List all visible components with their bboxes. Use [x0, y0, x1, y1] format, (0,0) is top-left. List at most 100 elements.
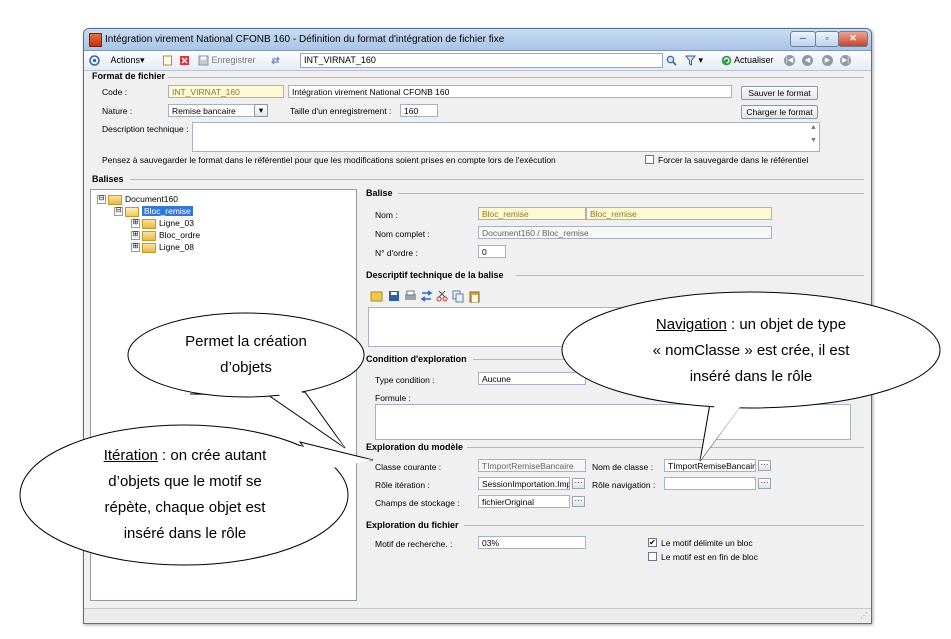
actions-menu[interactable]: Actions▾ — [89, 54, 145, 67]
descriptif-divider — [516, 275, 864, 276]
print-icon[interactable] — [405, 290, 416, 300]
delete-button[interactable] — [179, 54, 190, 67]
formule-label: Formule : — [375, 393, 411, 403]
document-icon — [163, 55, 172, 66]
collapse-icon[interactable]: ⊟ — [97, 195, 106, 205]
motif-delimite-checkbox[interactable]: ✔ — [648, 538, 657, 547]
scroll-up-icon[interactable]: ▲ — [810, 124, 817, 131]
nature-select[interactable]: Remise bancaire — [168, 104, 268, 117]
last-record-icon[interactable]: ▶| — [840, 55, 851, 66]
balises-divider — [130, 179, 864, 180]
tree-node-bloc-remise[interactable]: ⊟ Bloc_remise — [114, 206, 193, 217]
tree-node-document160[interactable]: ⊟ Document160 — [97, 194, 178, 205]
size-field[interactable]: 160 — [400, 104, 438, 117]
cut-icon[interactable] — [436, 290, 448, 302]
filter-button[interactable]: ▾ — [685, 54, 703, 67]
scroll-down-icon[interactable]: ▼ — [810, 137, 817, 144]
first-record-icon[interactable]: |◀ — [784, 55, 795, 66]
motif-field[interactable]: 03% — [478, 536, 586, 549]
format-divider — [164, 77, 864, 78]
ordre-field[interactable]: 0 — [478, 245, 506, 258]
minimize-button[interactable]: ─ — [790, 31, 816, 47]
force-save-label: Forcer la sauvegarde dans le référentiel — [658, 155, 809, 165]
format-name-field[interactable]: Intégration virement National CFONB 160 — [288, 85, 732, 98]
code-field[interactable]: INT_VIRNAT_160 — [168, 85, 284, 98]
description-label: Description technique : — [102, 124, 189, 134]
fichier-divider — [464, 525, 864, 526]
champs-stockage-browse-button[interactable]: ··· — [572, 496, 585, 507]
descriptif-editor[interactable] — [368, 307, 864, 347]
sync-button[interactable] — [270, 54, 281, 67]
condition-section-title: Condition d'exploration — [366, 354, 470, 364]
nom-label: Nom : — [375, 210, 398, 220]
classe-courante-field[interactable]: TImportRemiseBancaire — [478, 459, 586, 472]
formule-field[interactable] — [375, 404, 851, 440]
next-record-icon[interactable]: ▶ — [822, 55, 833, 66]
format-section-title: Format de fichier — [92, 71, 169, 81]
description-field[interactable] — [192, 122, 820, 152]
close-button[interactable]: ✕ — [838, 31, 868, 47]
magnifier-icon — [666, 55, 677, 66]
load-format-button[interactable]: Charger le format — [741, 105, 818, 119]
nom-field-secondary[interactable]: Bloc_remise — [586, 207, 772, 220]
delete-icon — [180, 56, 189, 66]
maximize-button[interactable]: ▫ — [815, 31, 839, 47]
nom-classe-field[interactable]: TImportRemiseBancair — [664, 459, 756, 472]
save-button[interactable]: Enregistrer — [198, 54, 256, 67]
expand-icon[interactable]: ⊞ — [131, 243, 140, 253]
balises-section-title: Balises — [92, 174, 127, 184]
nature-dropdown-icon[interactable]: ▾ — [254, 104, 268, 117]
refresh-icon — [721, 55, 732, 66]
save-format-button[interactable]: Sauver le format — [741, 86, 818, 100]
motif-fin-checkbox[interactable] — [648, 552, 657, 561]
force-save-checkbox[interactable] — [645, 155, 654, 164]
expand-icon[interactable]: ⊞ — [131, 231, 140, 241]
paste-icon[interactable] — [469, 291, 480, 303]
refresh-button[interactable]: Actualiser — [721, 54, 774, 67]
ordre-label: N° d'ordre : — [375, 248, 418, 258]
role-iteration-label: Rôle itération : — [375, 480, 430, 490]
tree-node-label: Bloc_ordre — [159, 230, 201, 240]
expand-icon[interactable]: ⊞ — [131, 219, 140, 229]
folder-icon — [142, 230, 156, 241]
tree-node-bloc-ordre[interactable]: ⊞ Bloc_ordre — [131, 230, 200, 241]
tree-node-label: Ligne_03 — [159, 218, 194, 228]
open-folder-icon[interactable] — [370, 291, 383, 302]
role-iteration-browse-button[interactable]: ··· — [572, 478, 585, 489]
open-folder-icon — [125, 206, 139, 217]
size-label: Taille d'un enregistrement : — [290, 106, 392, 116]
search-button[interactable] — [666, 54, 677, 67]
balises-tree[interactable]: ⊟ Document160 ⊟ Bloc_remise ⊞ Ligne_03 ⊞ Blo… — [90, 189, 357, 601]
nom-field[interactable]: Bloc_remise — [478, 207, 586, 220]
application-window: Intégration virement National CFONB 160 … — [83, 28, 872, 624]
role-navigation-browse-button[interactable]: ··· — [758, 478, 771, 489]
motif-label: Motif de recherche. : — [375, 539, 453, 549]
nom-complet-field[interactable]: Document160 / Bloc_remise — [478, 226, 772, 239]
balise-section-title: Balise — [366, 188, 396, 198]
tree-node-ligne-08[interactable]: ⊞ Ligne_08 — [131, 242, 194, 253]
new-document-button[interactable] — [162, 54, 173, 67]
title-bar[interactable]: Intégration virement National CFONB 160 … — [84, 29, 871, 51]
balise-divider — [398, 193, 864, 194]
collapse-icon[interactable]: ⊟ — [114, 207, 123, 217]
arrows-icon[interactable] — [420, 290, 433, 302]
tree-node-label: Ligne_08 — [159, 242, 194, 252]
nom-classe-browse-button[interactable]: ··· — [758, 460, 771, 471]
role-iteration-field[interactable]: SessionImportation.Imp — [478, 477, 570, 490]
save-label: Enregistrer — [211, 55, 256, 65]
tree-node-ligne-03[interactable]: ⊞ Ligne_03 — [131, 218, 194, 229]
type-condition-select[interactable]: Aucune — [478, 372, 586, 385]
tree-node-label: Document160 — [125, 194, 178, 204]
role-navigation-field[interactable] — [664, 477, 756, 490]
champs-stockage-field[interactable]: fichierOriginal — [478, 495, 570, 508]
window-title: Intégration virement National CFONB 160 … — [105, 34, 505, 45]
copy-icon[interactable] — [452, 290, 464, 303]
fichier-section-title: Exploration du fichier — [366, 520, 462, 530]
type-condition-label: Type condition : — [375, 375, 435, 385]
code-label: Code : — [102, 87, 128, 97]
save-disk-icon[interactable] — [389, 291, 399, 301]
search-input[interactable]: INT_VIRNAT_160 — [300, 53, 663, 68]
previous-record-icon[interactable]: ◀ — [802, 55, 813, 66]
funnel-icon — [685, 55, 696, 66]
resize-grip-icon[interactable]: ⋰ — [860, 611, 868, 620]
